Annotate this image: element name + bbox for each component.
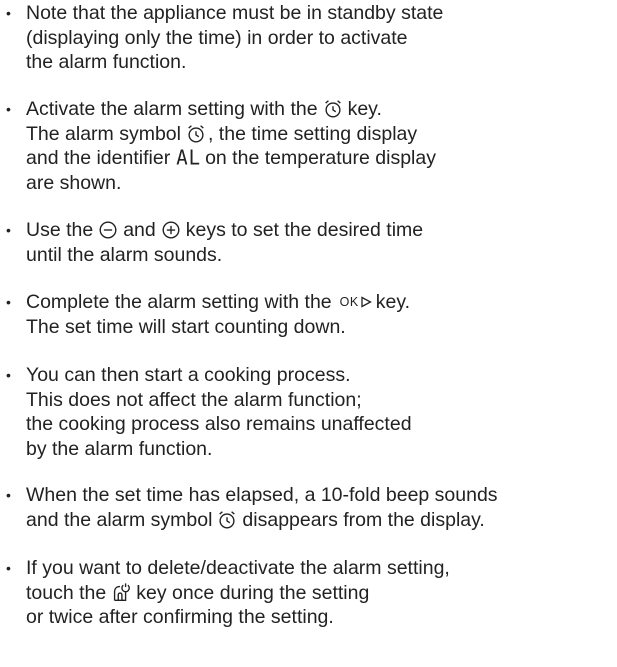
- text-line: are shown.: [26, 171, 122, 194]
- text-line: until the alarm sounds.: [26, 243, 223, 266]
- text-segment: on the temperature display: [205, 147, 436, 169]
- text-line: Note that the appliance must be in stand…: [26, 2, 444, 24]
- text-segment: key.: [347, 98, 382, 120]
- plus-circle-icon: [160, 219, 182, 241]
- bullet: •: [6, 294, 11, 310]
- text-line: and the identifier AL on the temperature…: [26, 146, 617, 171]
- text-line: Complete the alarm setting with the OK k…: [26, 290, 617, 315]
- minus-circle-icon: [97, 219, 119, 241]
- text-segment: and the alarm symbol: [26, 508, 213, 531]
- power-key-icon: [110, 582, 132, 604]
- alarm-clock-icon: [322, 98, 344, 120]
- list-item: • Note that the appliance must be in sta…: [0, 1, 617, 75]
- text-segment: and the identifier: [26, 147, 171, 169]
- alarm-clock-icon: [185, 123, 207, 145]
- text-line: and the alarm symbol disappears from the…: [26, 508, 617, 533]
- text-segment: Use the: [26, 219, 94, 241]
- text-line: by the alarm function.: [26, 437, 213, 460]
- text-line: Use the and keys to set the desired time: [26, 218, 617, 243]
- alarm-clock-icon: [216, 509, 238, 531]
- text-segment: Complete the alarm setting with the: [26, 291, 332, 313]
- text-segment: disappears from the display.: [242, 508, 485, 531]
- text-line: touch the key once during the setting: [26, 581, 617, 606]
- al-display-code: AL: [176, 146, 202, 170]
- text-segment: touch the: [26, 581, 107, 604]
- text-segment: , the time setting display: [207, 122, 418, 145]
- bullet: •: [6, 5, 11, 21]
- bullet: •: [6, 222, 11, 238]
- text-segment: and: [123, 219, 156, 241]
- text-segment: The alarm symbol: [26, 122, 181, 145]
- text-line: (displaying only the time) in order to a…: [26, 26, 408, 49]
- instruction-list: • Note that the appliance must be in sta…: [0, 0, 617, 667]
- bullet: •: [6, 367, 11, 383]
- text-line: The alarm symbol , the time setting disp…: [26, 122, 617, 147]
- text-line: the alarm function.: [26, 51, 187, 73]
- text-line: the cooking process also remains unaffec…: [26, 413, 412, 435]
- bullet: •: [6, 101, 11, 117]
- bullet: •: [6, 487, 11, 503]
- text-segment: Activate the alarm setting with the: [26, 98, 318, 120]
- text-line: If you want to delete/deactivate the ala…: [26, 557, 450, 579]
- text-line: When the set time has elapsed, a 10-fold…: [26, 484, 498, 506]
- text-line: Activate the alarm setting with the key.: [26, 97, 617, 122]
- text-line: You can then start a cooking process.: [26, 364, 351, 386]
- list-item: • If you want to delete/deactivate the a…: [0, 556, 617, 630]
- ok-key-label: OK: [339, 295, 359, 309]
- list-item: • Complete the alarm setting with the OK…: [0, 290, 617, 339]
- text-line: The set time will start counting down.: [26, 315, 346, 338]
- text-line: This does not affect the alarm function;: [26, 388, 362, 411]
- list-item: • Use the and keys to set the desired ti…: [0, 218, 617, 267]
- list-item: • You can then start a cooking process. …: [0, 363, 617, 461]
- list-item: • When the set time has elapsed, a 10-fo…: [0, 483, 617, 532]
- list-item: • Activate the alarm setting with the ke…: [0, 97, 617, 195]
- text-line: or twice after confirming the setting.: [26, 606, 334, 628]
- text-segment: key once during the setting: [136, 581, 370, 604]
- ok-key-symbol: OK: [340, 290, 372, 315]
- play-triangle-icon: [361, 296, 372, 308]
- bullet: •: [6, 560, 11, 576]
- text-segment: key.: [375, 291, 411, 313]
- text-segment: keys to set the desired time: [185, 219, 424, 241]
